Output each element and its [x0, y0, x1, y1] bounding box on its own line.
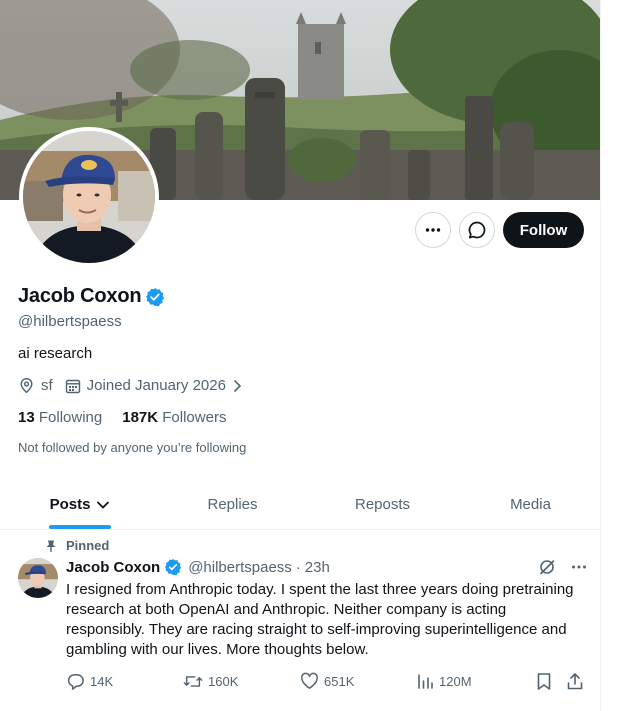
follow-button[interactable]: Follow [503, 212, 584, 248]
profile-page: Follow Jacob Coxon @hilbertspaess ai res… [0, 0, 601, 711]
reply-icon [66, 672, 85, 691]
profile-name: Jacob Coxon [18, 285, 142, 307]
grok-icon[interactable] [538, 558, 556, 576]
profile-tabs: Posts Replies Reposts Media [0, 480, 600, 530]
profile-counts: 13 Following 187K Followers [18, 409, 226, 426]
followed-by-note: Not followed by anyone you’re following [18, 440, 247, 455]
post-top-icons [538, 558, 588, 576]
tab-replies-label: Replies [207, 496, 258, 513]
following-link[interactable]: 13 Following [18, 409, 102, 426]
tab-reposts-label: Reposts [354, 496, 411, 513]
message-bubble-icon [467, 220, 487, 240]
tab-posts-label: Posts [49, 496, 91, 513]
post-separator: · [295, 558, 301, 576]
followers-link[interactable]: 187K Followers [122, 409, 226, 426]
profile-avatar[interactable] [19, 127, 159, 267]
pinned-indicator: Pinned [44, 538, 109, 553]
verified-badge-icon[interactable] [145, 287, 165, 307]
profile-joined: Joined January 2026 [65, 377, 244, 394]
profile-joined-text: Joined January 2026 [86, 377, 226, 394]
verified-badge-icon[interactable] [164, 558, 182, 576]
followers-label: Followers [162, 409, 227, 426]
calendar-icon [65, 378, 81, 394]
more-dots-icon [424, 221, 442, 239]
post-header: Jacob Coxon @hilbertspaess · 23h [66, 558, 330, 576]
tab-replies[interactable]: Replies [160, 480, 305, 529]
profile-handle: @hilbertspaess [18, 313, 122, 330]
post-author-name[interactable]: Jacob Coxon [66, 559, 160, 576]
like-count: 651K [324, 673, 355, 689]
repost-button[interactable]: 160K [183, 672, 238, 691]
tab-reposts[interactable]: Reposts [305, 480, 460, 529]
views-button[interactable]: 120M [416, 672, 472, 690]
profile-location-text: sf [41, 377, 53, 394]
views-count: 120M [439, 673, 472, 689]
tab-media-label: Media [510, 496, 551, 513]
like-button[interactable]: 651K [300, 672, 354, 690]
profile-name-row: Jacob Coxon [18, 285, 165, 308]
post-author-avatar[interactable] [18, 558, 58, 598]
repost-icon [183, 672, 203, 691]
location-pin-icon [18, 377, 35, 394]
heart-icon [300, 672, 319, 690]
reply-count: 14K [90, 674, 114, 689]
profile-bio: ai research [18, 345, 93, 362]
profile-meta: sf Joined January 2026 [18, 377, 256, 394]
tab-posts[interactable]: Posts [0, 480, 160, 529]
bookmark-button[interactable] [536, 672, 552, 691]
post-author-handle[interactable]: @hilbertspaess [188, 559, 292, 576]
following-label: Following [38, 409, 103, 426]
share-icon [566, 672, 584, 691]
post-actions: 14K 160K 651K 120M [66, 672, 586, 694]
pinned-label: Pinned [66, 538, 110, 553]
more-options-button[interactable] [415, 212, 451, 248]
post-time[interactable]: 23h [305, 559, 330, 576]
reply-button[interactable]: 14K [66, 672, 113, 691]
chevron-down-icon [96, 500, 110, 510]
pin-icon [44, 539, 58, 553]
following-count: 13 [18, 409, 35, 426]
repost-count: 160K [208, 674, 239, 689]
more-dots-icon[interactable] [570, 558, 588, 576]
chevron-right-icon[interactable] [232, 379, 244, 393]
tab-media[interactable]: Media [460, 480, 600, 529]
views-icon [416, 672, 434, 690]
post-body: I resigned from Anthropic today. I spent… [66, 581, 574, 658]
message-button[interactable] [459, 212, 495, 248]
profile-location: sf [18, 377, 53, 394]
active-tab-indicator [49, 525, 111, 529]
share-button[interactable] [566, 672, 584, 691]
bookmark-icon [536, 672, 552, 691]
followers-count: 187K [122, 409, 159, 426]
